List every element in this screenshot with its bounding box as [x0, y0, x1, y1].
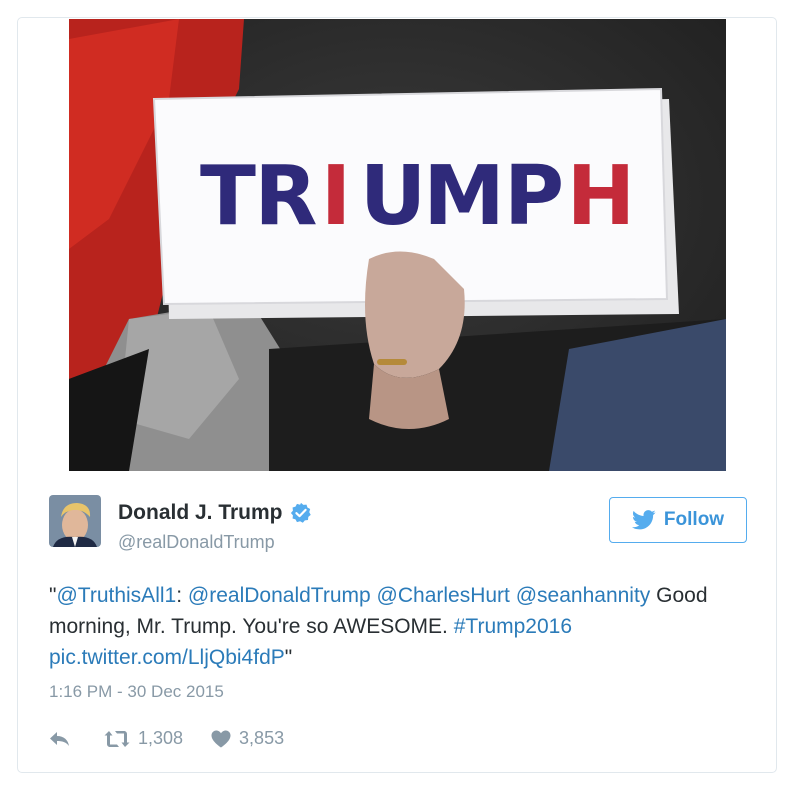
- mention-link[interactable]: @realDonaldTrump: [188, 584, 371, 607]
- verified-badge-icon: [290, 502, 311, 523]
- like-count: 3,853: [239, 728, 285, 748]
- user-name-row: Donald J. Trump: [118, 501, 312, 525]
- retweet-icon: [104, 730, 130, 747]
- tweet-photo[interactable]: T R I U M P H: [69, 19, 726, 471]
- follow-button[interactable]: Follow: [609, 497, 747, 543]
- pic-link[interactable]: pic.twitter.com/LljQbi4fdP: [49, 646, 285, 669]
- mention-link[interactable]: @TruthisAll1: [56, 584, 176, 607]
- sign-letter: P: [504, 149, 564, 244]
- retweet-count: 1,308: [138, 728, 184, 748]
- colon-text: :: [176, 584, 183, 607]
- retweet-button[interactable]: 1,308: [104, 728, 183, 749]
- avatar[interactable]: [49, 495, 101, 547]
- photo-illustration: T R I U M P H: [69, 19, 726, 471]
- tweet-actions: 1,308 3,853: [49, 728, 284, 749]
- close-quote: ": [284, 646, 293, 669]
- tweet-card: T R I U M P H Donald J. Trump @realDonal…: [17, 17, 777, 773]
- sign-letter: I: [321, 149, 352, 244]
- hashtag-link[interactable]: #Trump2016: [454, 615, 572, 638]
- sign-letter: R: [254, 149, 317, 244]
- twitter-bird-icon: [631, 510, 656, 530]
- sign-letter: T: [200, 149, 256, 244]
- avatar-image: [49, 495, 101, 547]
- follow-label: Follow: [663, 509, 725, 530]
- sign-letter: M: [423, 149, 505, 244]
- user-handle[interactable]: @realDonaldTrump: [118, 532, 275, 553]
- sign-letter: H: [567, 149, 636, 244]
- sign-letter: U: [360, 149, 427, 244]
- reply-icon: [50, 731, 69, 746]
- tweet-timestamp[interactable]: 1:16 PM - 30 Dec 2015: [49, 682, 224, 702]
- reply-button[interactable]: [49, 730, 71, 748]
- user-name[interactable]: Donald J. Trump: [118, 501, 283, 525]
- mention-link[interactable]: @seanhannity: [516, 584, 651, 607]
- heart-icon: [211, 730, 231, 747]
- mention-link[interactable]: @CharlesHurt: [377, 584, 510, 607]
- like-button[interactable]: 3,853: [211, 728, 284, 749]
- tweet-text: " @TruthisAll1: @realDonaldTrump @Charles…: [49, 580, 749, 673]
